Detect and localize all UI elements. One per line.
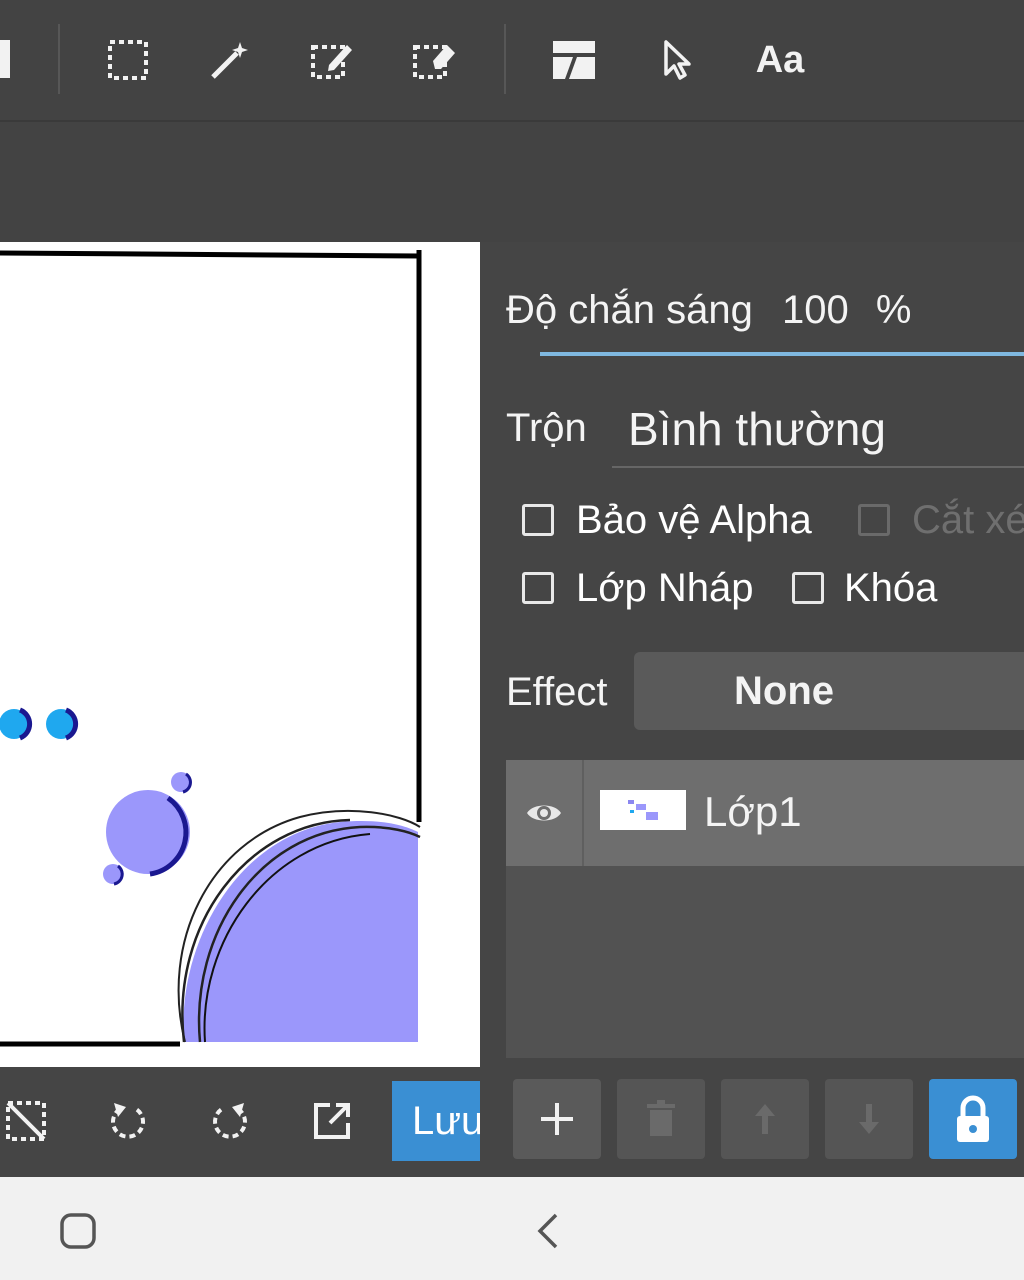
add-layer-button[interactable] (513, 1079, 601, 1159)
alpha-protect-label: Bảo vệ Alpha (576, 498, 812, 542)
layer-name: Lớp1 (704, 788, 802, 835)
secondary-toolbar (0, 122, 1024, 242)
blend-label: Trộn (506, 406, 587, 450)
move-layer-up-button[interactable] (721, 1079, 809, 1159)
top-toolbar: Aa (0, 0, 1024, 122)
opacity-label: Độ chắn sáng (506, 288, 753, 332)
delete-layer-button[interactable] (617, 1079, 705, 1159)
arrow-down-icon (859, 1104, 879, 1134)
eye-icon[interactable] (506, 760, 584, 866)
text-tool-icon[interactable]: Aa (748, 30, 812, 90)
layer-panel: Độ chắn sáng 100 % Trộn Bình thường Bảo … (480, 242, 1024, 1067)
lock-label: Khóa (844, 566, 938, 610)
lock-layer-button[interactable] (929, 1079, 1017, 1159)
canvas-artwork (0, 250, 422, 1047)
effect-label: Effect (506, 670, 608, 714)
effect-select-button[interactable]: None (634, 652, 1024, 730)
export-icon[interactable] (302, 1091, 362, 1151)
arrow-up-icon (755, 1104, 775, 1134)
magic-wand-icon[interactable] (200, 30, 260, 90)
alpha-protect-checkbox[interactable] (522, 504, 554, 536)
layer-thumbnail (600, 790, 686, 830)
opacity-slider-track[interactable] (540, 352, 1024, 356)
pointer-icon[interactable] (646, 30, 706, 90)
system-nav-bar (0, 1177, 1024, 1280)
selection-eraser-icon[interactable] (404, 30, 464, 90)
drawing-canvas[interactable] (0, 242, 480, 1067)
draft-layer-label: Lớp Nháp (576, 566, 754, 610)
undo-icon[interactable] (98, 1091, 158, 1151)
deselect-icon[interactable] (0, 1091, 56, 1151)
back-button-icon[interactable] (536, 1213, 560, 1254)
clipping-checkbox (858, 504, 890, 536)
opacity-unit: % (875, 288, 912, 332)
blend-underline (612, 466, 1024, 468)
redo-icon[interactable] (200, 1091, 260, 1151)
lock-icon (957, 1095, 989, 1142)
layer-row[interactable]: Lớp1 (506, 760, 1024, 866)
frame-divider-icon[interactable] (544, 30, 604, 90)
lock-checkbox[interactable] (792, 572, 824, 604)
toolbar-divider (58, 24, 60, 94)
toolbar-partial-button[interactable] (0, 40, 10, 78)
canvas-action-bar: Lưu (0, 1067, 480, 1177)
marquee-select-icon[interactable] (98, 30, 158, 90)
trash-icon (647, 1100, 675, 1136)
move-layer-down-button[interactable] (825, 1079, 913, 1159)
draft-layer-checkbox[interactable] (522, 572, 554, 604)
toolbar-divider (504, 24, 506, 94)
save-button[interactable]: Lưu (392, 1081, 480, 1161)
layer-list: Lớp1 (506, 760, 1024, 1058)
opacity-row[interactable]: Độ chắn sáng 100 % (506, 288, 911, 333)
text-tool-label: Aa (755, 38, 805, 81)
home-button-icon[interactable] (60, 1213, 96, 1254)
selection-pen-icon[interactable] (302, 30, 362, 90)
blend-mode-select[interactable]: Bình thường (628, 402, 886, 456)
opacity-value: 100 (781, 288, 849, 332)
layer-action-bar (480, 1067, 1024, 1177)
clipping-label: Cắt xé (912, 498, 1024, 542)
